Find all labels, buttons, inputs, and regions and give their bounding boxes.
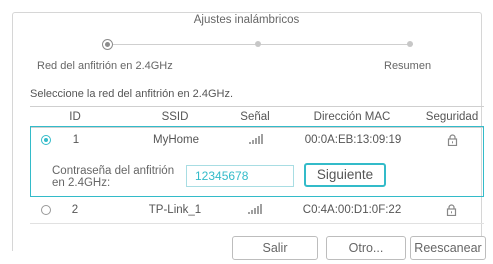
step-label-host-network: Red del anfitrión en 2.4GHz xyxy=(37,60,173,72)
row-id: 1 xyxy=(72,134,80,146)
step-dot xyxy=(255,41,261,47)
rescan-button[interactable]: Reescanear xyxy=(410,236,486,260)
row-id: 2 xyxy=(71,204,79,216)
row-mac: C0:4A:00:D1:0F:22 xyxy=(302,204,402,216)
table-row[interactable]: 1 MyHome 00:0A:EB:13:09:19 xyxy=(30,126,484,153)
network-radio-selected[interactable] xyxy=(41,135,51,145)
other-button[interactable]: Otro... xyxy=(326,236,406,260)
progress-line xyxy=(113,44,413,45)
header-ssid: SSID xyxy=(161,111,189,123)
header-signal: Señal xyxy=(240,111,270,123)
step-dot xyxy=(407,41,413,47)
row-ssid: TP-Link_1 xyxy=(148,204,202,216)
table-header: ID SSID Señal Dirección MAC Seguridad xyxy=(30,106,484,128)
header-id: ID xyxy=(69,111,81,123)
row-mac: 00:0A:EB:13:09:19 xyxy=(304,134,402,146)
wizard-title: Ajustes inalámbricos xyxy=(193,14,300,26)
next-button[interactable]: Siguiente xyxy=(304,163,386,187)
step-current-indicator xyxy=(102,39,113,50)
signal-bars-icon xyxy=(249,134,263,144)
table-row[interactable]: 2 TP-Link_1 C0:4A:00:D1:0F:22 xyxy=(30,197,484,224)
row-ssid: MyHome xyxy=(152,134,199,146)
password-input[interactable]: 12345678 xyxy=(186,165,294,187)
password-label: Contraseña del anfitrión en 2.4GHz: xyxy=(52,165,175,189)
step-label-summary: Resumen xyxy=(384,60,432,72)
select-network-prompt: Seleccione la red del anfitrión en 2.4GH… xyxy=(30,88,234,100)
signal-bars-icon xyxy=(248,204,262,214)
header-mac: Dirección MAC xyxy=(313,111,391,123)
lock-icon xyxy=(447,134,458,146)
exit-button[interactable]: Salir xyxy=(232,236,318,260)
header-security: Seguridad xyxy=(425,111,479,123)
lock-icon xyxy=(446,204,457,216)
